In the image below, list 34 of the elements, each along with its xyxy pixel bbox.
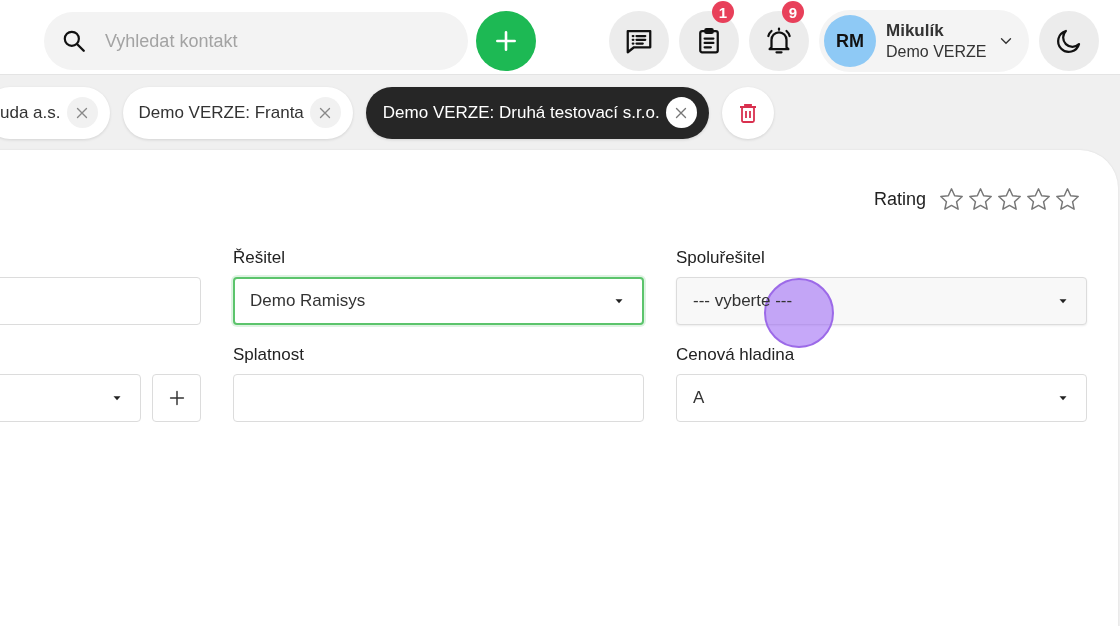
star-icon <box>996 186 1023 213</box>
field-label: Řešitel <box>233 248 286 269</box>
star-icon <box>938 186 965 213</box>
text-field[interactable] <box>233 374 644 422</box>
select-field[interactable]: Demo Ramisys <box>233 277 644 325</box>
star-rating[interactable] <box>938 186 1081 213</box>
avatar: RM <box>824 15 876 67</box>
select-field[interactable]: A <box>676 374 1087 422</box>
contact-tab[interactable]: uda a.s. <box>0 86 110 139</box>
field-label: Splatnost <box>233 345 305 366</box>
add-button[interactable] <box>476 11 536 71</box>
delete-button[interactable] <box>721 86 774 139</box>
field-label: Spoluřešitel <box>676 248 766 269</box>
star-icon <box>1025 186 1052 213</box>
star-icon <box>1054 186 1081 213</box>
select-field[interactable] <box>0 374 141 422</box>
text-field[interactable] <box>0 277 201 325</box>
star-icon <box>967 186 994 213</box>
plus-icon <box>493 28 519 54</box>
field-label: Cenová hladina <box>676 345 796 366</box>
search-input[interactable]: Vyhledat kontakt <box>103 29 407 53</box>
user-menu[interactable]: RM Mikulík Demo VERZE <box>819 10 1029 72</box>
contact-tab[interactable]: Demo VERZE: Franta <box>122 86 353 139</box>
count-badge: 9 <box>782 1 804 23</box>
contact-tab[interactable]: Demo VERZE: Druhá testovací s.r.o. <box>365 86 709 139</box>
bell-icon <box>764 26 794 56</box>
add-option-button[interactable] <box>152 374 201 422</box>
rating-label: Rating <box>873 189 926 210</box>
search-icon <box>61 28 87 54</box>
close-tab-button[interactable] <box>665 97 697 128</box>
company-name: Demo VERZE <box>886 43 987 61</box>
count-badge: 1 <box>712 1 734 23</box>
search-field[interactable]: Vyhledat kontakt <box>44 12 468 70</box>
user-name: Mikulík <box>886 21 944 41</box>
